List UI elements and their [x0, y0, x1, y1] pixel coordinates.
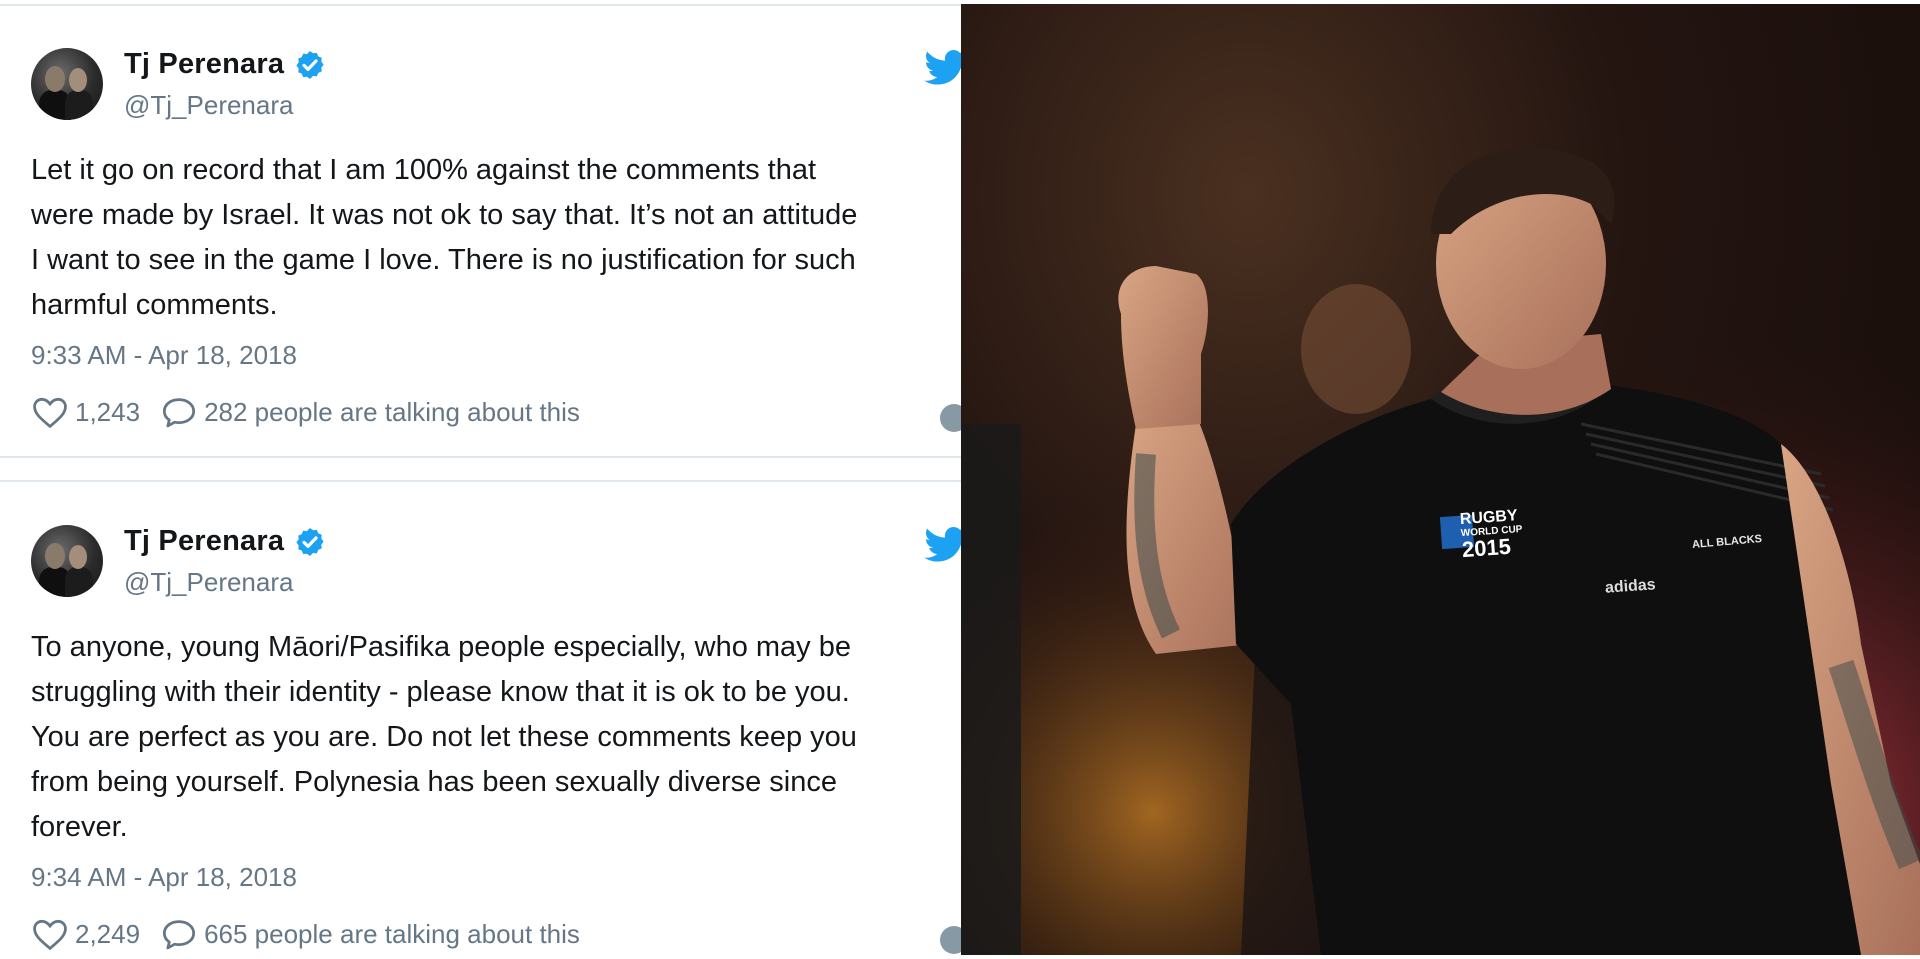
- verified-badge-icon: [296, 50, 324, 79]
- twitter-bird-icon[interactable]: [924, 527, 961, 563]
- tweet-line: harmful comments.: [31, 289, 278, 321]
- display-name[interactable]: Tj Perenara: [124, 48, 284, 81]
- tweet-body: To anyone, young Māori/Pasifika people e…: [31, 625, 961, 850]
- tweet-line: were made by Israel. It was not ok to sa…: [31, 199, 858, 231]
- tweet-line: struggling with their identity - please …: [31, 676, 850, 708]
- tweet-body: Let it go on record that I am 100% again…: [31, 148, 961, 328]
- reply-bubble-icon[interactable]: [160, 917, 198, 951]
- author-name-row: Tj Perenara: [124, 525, 326, 558]
- tweet-card: Tj Perenara @Tj_Perenara Let it go on re…: [0, 0, 961, 460]
- tweet-screenshot-panel: Tj Perenara @Tj_Perenara Let it go on re…: [0, 0, 961, 959]
- talking-count[interactable]: 665 people are talking about this: [204, 919, 580, 950]
- rugby-world-cup-patch: RUGBY WORLD CUP 2015: [1459, 507, 1524, 563]
- tweet-line: To anyone, young Māori/Pasifika people e…: [31, 631, 851, 663]
- like-count: 1,243: [75, 396, 141, 427]
- tweet-timestamp[interactable]: 9:34 AM - Apr 18, 2018: [31, 862, 297, 893]
- tweet-line: from being yourself. Polynesia has been …: [31, 766, 837, 798]
- tweet-line: You are perfect as you are. Do not let t…: [31, 721, 857, 753]
- info-icon[interactable]: [940, 404, 961, 432]
- talking-count[interactable]: 282 people are talking about this: [204, 397, 580, 428]
- tweet-line: forever.: [31, 811, 128, 843]
- tweet-line: Let it go on record that I am 100% again…: [31, 154, 817, 186]
- handle[interactable]: @Tj_Perenara: [124, 567, 293, 598]
- tweet-actions: 1,243 282 people are talking about this: [31, 395, 580, 429]
- avatar[interactable]: [31, 48, 103, 120]
- tweet-line: I want to see in the game I love. There …: [31, 244, 856, 276]
- avatar[interactable]: [31, 525, 103, 597]
- tweet-timestamp[interactable]: 9:33 AM - Apr 18, 2018: [31, 340, 297, 371]
- heart-icon[interactable]: [31, 917, 69, 951]
- twitter-bird-icon[interactable]: [924, 50, 961, 86]
- patch-year: 2015: [1461, 533, 1512, 563]
- verified-badge-icon: [296, 527, 324, 556]
- tweet-actions: 2,249 665 people are talking about this: [31, 917, 580, 951]
- reply-bubble-icon[interactable]: [160, 395, 198, 429]
- author-name-row: Tj Perenara: [124, 48, 326, 81]
- info-icon[interactable]: [940, 926, 961, 954]
- player-illustration: [961, 4, 1920, 955]
- tweet-divider: [0, 456, 961, 458]
- like-count: 2,249: [75, 918, 141, 949]
- heart-icon[interactable]: [31, 395, 69, 429]
- sponsor-logo: adidas: [1604, 576, 1657, 597]
- handle[interactable]: @Tj_Perenara: [124, 90, 293, 121]
- player-photo: RUGBY WORLD CUP 2015 ALL BLACKS adidas: [961, 4, 1920, 955]
- tweet-card: Tj Perenara @Tj_Perenara To anyone, youn…: [0, 477, 961, 954]
- display-name[interactable]: Tj Perenara: [124, 525, 284, 558]
